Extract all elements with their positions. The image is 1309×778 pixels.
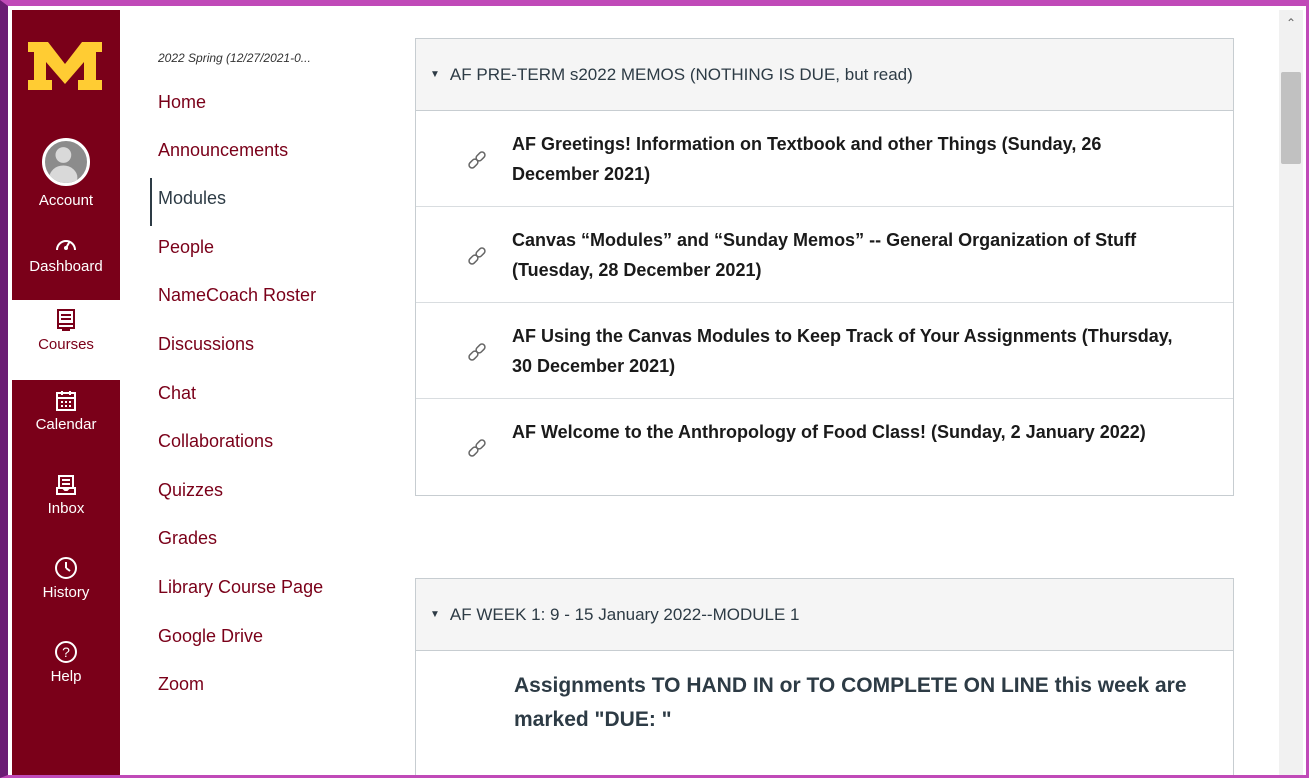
nav-dashboard[interactable]: Dashboard (12, 232, 120, 275)
nav-account[interactable]: Account (12, 138, 120, 209)
module-item-title[interactable]: AF Using the Canvas Modules to Keep Trac… (512, 321, 1192, 381)
course-nav-library-course-page[interactable]: Library Course Page (158, 577, 323, 598)
university-logo-icon[interactable] (22, 38, 108, 94)
inbox-icon (56, 475, 76, 495)
course-nav-home[interactable]: Home (158, 92, 206, 113)
active-indicator (150, 178, 152, 226)
module-header[interactable]: ▼ AF WEEK 1: 9 - 15 January 2022--MODULE… (416, 579, 1233, 651)
module-item[interactable]: Canvas “Modules” and “Sunday Memos” -- G… (416, 207, 1233, 303)
nav-history[interactable]: History (12, 556, 120, 601)
dashboard-icon (56, 240, 76, 251)
nav-calendar[interactable]: Calendar (12, 390, 120, 433)
nav-account-label: Account (38, 192, 94, 209)
calendar-icon (56, 391, 76, 411)
course-nav-grades[interactable]: Grades (158, 528, 217, 549)
module-pre-term: ▼ AF PRE-TERM s2022 MEMOS (NOTHING IS DU… (415, 38, 1234, 496)
svg-text:?: ? (62, 644, 70, 660)
course-nav-collaborations[interactable]: Collaborations (158, 431, 273, 452)
nav-inbox-label: Inbox (47, 500, 85, 517)
link-icon (468, 151, 486, 169)
browser-frame: Account Dashboard Courses Calendar Inbox… (0, 0, 1309, 778)
nav-courses-label: Courses (38, 336, 94, 353)
nav-inbox[interactable]: Inbox (12, 474, 120, 517)
course-nav-zoom[interactable]: Zoom (158, 674, 204, 695)
nav-dashboard-label: Dashboard (29, 258, 103, 275)
link-icon (468, 439, 486, 457)
clock-icon (55, 557, 77, 579)
nav-calendar-label: Calendar (35, 416, 97, 433)
scroll-up-icon[interactable]: ⌃ (1283, 16, 1299, 30)
course-nav-modules[interactable]: Modules (158, 188, 226, 209)
module-text-header: Assignments TO HAND IN or TO COMPLETE ON… (416, 651, 1233, 753)
vertical-scrollbar[interactable]: ⌃ (1279, 10, 1303, 775)
module-item[interactable]: AF Welcome to the Anthropology of Food C… (416, 399, 1233, 495)
course-nav-people[interactable]: People (158, 237, 214, 258)
course-nav-google-drive[interactable]: Google Drive (158, 626, 263, 647)
help-icon: ? (55, 641, 77, 663)
avatar (42, 138, 90, 186)
nav-help-label: Help (50, 668, 82, 685)
module-item-title[interactable]: AF Greetings! Information on Textbook an… (512, 129, 1192, 189)
module-item-title[interactable]: Canvas “Modules” and “Sunday Memos” -- G… (512, 225, 1192, 285)
module-title: AF WEEK 1: 9 - 15 January 2022--MODULE 1 (449, 604, 800, 624)
module-week-1: ▼ AF WEEK 1: 9 - 15 January 2022--MODULE… (415, 578, 1234, 775)
scroll-thumb[interactable] (1281, 72, 1301, 164)
module-item[interactable]: AF Using the Canvas Modules to Keep Trac… (416, 303, 1233, 399)
module-item-title: Assignments TO HAND IN or TO COMPLETE ON… (514, 674, 1187, 731)
course-term: 2022 Spring (12/27/2021-0... (158, 51, 311, 65)
nav-history-label: History (42, 584, 90, 601)
module-title: AF PRE-TERM s2022 MEMOS (NOTHING IS DUE,… (449, 64, 913, 84)
module-item[interactable]: AF Greetings! Information on Textbook an… (416, 111, 1233, 207)
link-icon (468, 343, 486, 361)
nav-courses[interactable]: Courses (12, 300, 120, 380)
course-nav-quizzes[interactable]: Quizzes (158, 480, 223, 501)
module-header[interactable]: ▼ AF PRE-TERM s2022 MEMOS (NOTHING IS DU… (416, 39, 1233, 111)
global-nav: Account Dashboard Courses Calendar Inbox… (12, 10, 120, 775)
course-nav-namecoach-roster[interactable]: NameCoach Roster (158, 285, 316, 306)
link-icon (468, 247, 486, 265)
course-nav-chat[interactable]: Chat (158, 383, 196, 404)
courses-icon (57, 309, 75, 331)
caret-down-icon[interactable]: ▼ (430, 69, 440, 80)
nav-help[interactable]: ? Help (12, 640, 120, 685)
course-nav-discussions[interactable]: Discussions (158, 334, 254, 355)
caret-down-icon[interactable]: ▼ (430, 609, 440, 620)
course-nav-announcements[interactable]: Announcements (158, 140, 288, 161)
module-item-title[interactable]: AF Welcome to the Anthropology of Food C… (512, 417, 1192, 447)
